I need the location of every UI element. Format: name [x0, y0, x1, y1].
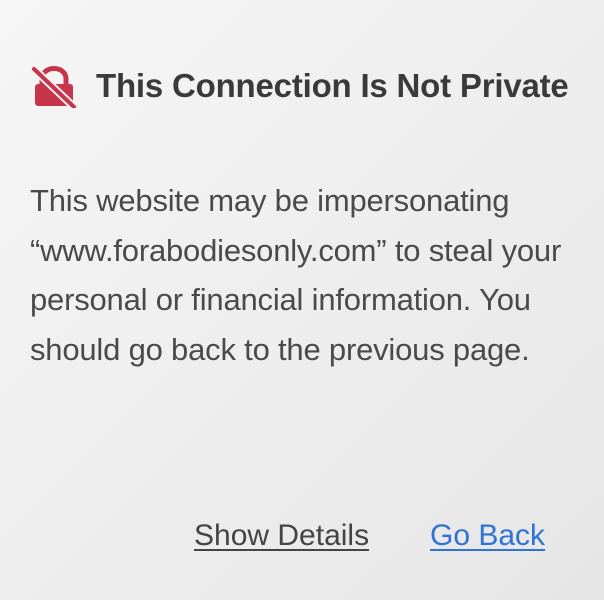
warning-actions: Show Details Go Back [0, 514, 604, 560]
warning-message: This website may be impersonating “www.f… [30, 183, 562, 367]
lock-slash-icon [30, 65, 78, 111]
warning-title: This Connection Is Not Private [96, 67, 569, 104]
go-back-link[interactable]: Go Back [430, 514, 545, 558]
show-details-link[interactable]: Show Details [194, 514, 369, 558]
privacy-warning-panel: This Connection Is Not Private This webs… [0, 0, 604, 600]
